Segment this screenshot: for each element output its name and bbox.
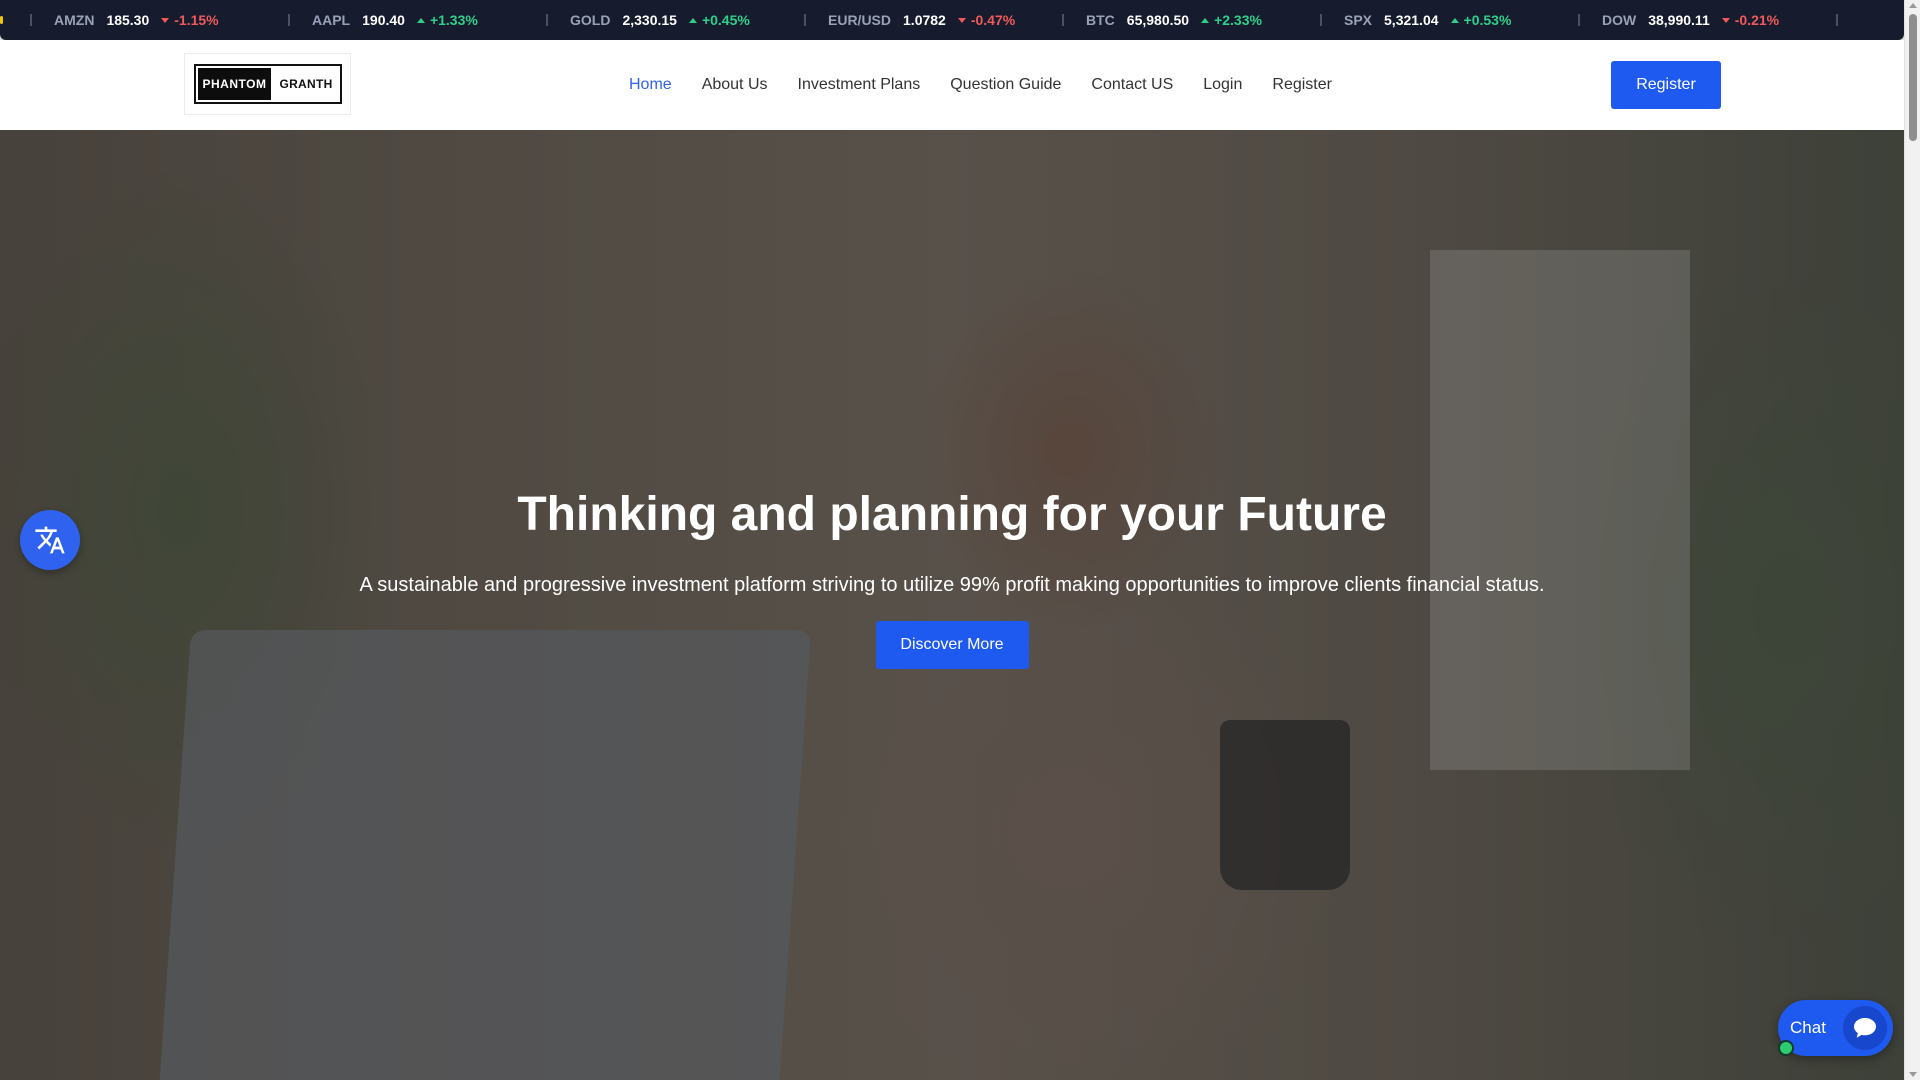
hero-title: Thinking and planning for your Future xyxy=(517,488,1387,541)
up-arrow-icon xyxy=(416,17,425,23)
ticker-change: -0.47% xyxy=(957,12,1016,28)
ticker-item-eurusd: EUR/USD 1.0782 -0.47% xyxy=(828,12,1040,28)
ticker-item-aapl: AAPL 190.40 +1.33% xyxy=(312,12,524,28)
ticker-item-dow: DOW 38,990.11 -0.21% xyxy=(1602,12,1814,28)
ticker-change-value: -0.21% xyxy=(1734,12,1780,28)
hero-subtitle: A sustainable and progressive investment… xyxy=(359,574,1545,596)
ticker-change-value: +2.33% xyxy=(1214,12,1262,28)
translate-icon xyxy=(35,526,65,554)
ticker-item-btc: BTC 65,980.50 +2.33% xyxy=(1086,12,1298,28)
chat-label: Chat xyxy=(1790,1018,1826,1037)
nav-register[interactable]: Register xyxy=(1272,76,1332,94)
nav-home[interactable]: Home xyxy=(629,76,672,94)
ticker-change: +0.45% xyxy=(688,12,750,28)
ticker-change: +2.33% xyxy=(1201,12,1262,28)
main-nav: Home About Us Investment Plans Question … xyxy=(629,40,1332,130)
logo-frame: PHANTOM GRANTH xyxy=(193,64,342,104)
ticker-symbol: SPX xyxy=(1344,12,1373,28)
ticker-divider xyxy=(30,14,32,26)
logo-text-right: GRANTH xyxy=(279,77,333,91)
nav-login[interactable]: Login xyxy=(1203,76,1242,94)
ticker-change: -0.21% xyxy=(1721,12,1780,28)
ticker-price: 38,990.11 xyxy=(1648,12,1710,28)
translate-button[interactable] xyxy=(20,510,80,570)
ticker-lead xyxy=(0,0,14,40)
ticker-price: 2,330.15 xyxy=(622,12,677,28)
discover-more-button[interactable]: Discover More xyxy=(875,621,1029,669)
nav-about-us[interactable]: About Us xyxy=(702,76,768,94)
scroll-up-arrow-icon[interactable] xyxy=(1909,3,1917,8)
down-arrow-icon xyxy=(161,17,170,23)
up-arrow-icon xyxy=(1450,17,1459,23)
page-scrollbar[interactable] xyxy=(1904,0,1920,1080)
ticker-symbol: EUR/USD xyxy=(828,12,892,28)
ticker-item-amzn: AMZN 185.30 -1.15% xyxy=(54,12,266,28)
site-logo[interactable]: PHANTOM GRANTH xyxy=(185,54,350,114)
market-ticker: AMZN 185.30 -1.15% AAPL 190.40 +1.33% GO… xyxy=(0,0,1904,40)
chat-bubble-icon xyxy=(1843,1006,1887,1050)
site-header: PHANTOM GRANTH Home About Us Investment … xyxy=(0,40,1904,130)
ticker-divider xyxy=(1578,14,1580,26)
ticker-symbol: GOLD xyxy=(570,12,611,28)
ticker-price: 65,980.50 xyxy=(1126,12,1190,28)
ticker-divider xyxy=(288,14,290,26)
ticker-divider xyxy=(1062,14,1064,26)
ticker-symbol: BTC xyxy=(1086,12,1115,28)
ticker-price: 1.0782 xyxy=(903,12,946,28)
ticker-price: 185.30 xyxy=(106,12,150,28)
ticker-change: +0.53% xyxy=(1450,12,1512,28)
ticker-change-value: -1.15% xyxy=(174,12,219,28)
up-arrow-icon xyxy=(1201,17,1210,23)
ticker-change-value: +0.53% xyxy=(1463,12,1512,28)
ticker-item-spx: SPX 5,321.04 +0.53% xyxy=(1344,12,1556,28)
ticker-change: +1.33% xyxy=(416,12,478,28)
ticker-symbol: AAPL xyxy=(312,12,351,28)
ticker-change: -1.15% xyxy=(161,12,219,28)
ticker-marker xyxy=(0,16,3,24)
ticker-divider xyxy=(1320,14,1322,26)
ticker-divider xyxy=(546,14,548,26)
up-arrow-icon xyxy=(688,17,697,23)
ticker-change-value: -0.47% xyxy=(970,12,1016,28)
down-arrow-icon xyxy=(957,17,966,23)
scrollbar-thumb[interactable] xyxy=(1909,14,1917,141)
ticker-symbol: DOW xyxy=(1602,12,1637,28)
ticker-divider xyxy=(804,14,806,26)
ticker-price: 5,321.04 xyxy=(1384,12,1439,28)
online-status-indicator xyxy=(1778,1040,1794,1056)
ticker-divider xyxy=(1836,14,1838,26)
hero-content: Thinking and planning for your Future A … xyxy=(0,130,1904,1080)
register-button[interactable]: Register xyxy=(1611,61,1721,109)
nav-contact-us[interactable]: Contact US xyxy=(1091,76,1173,94)
down-arrow-icon xyxy=(1721,17,1730,23)
ticker-change-value: +1.33% xyxy=(429,12,478,28)
nav-investment-plans[interactable]: Investment Plans xyxy=(798,76,921,94)
ticker-price: 190.40 xyxy=(362,12,405,28)
speech-bubble-icon xyxy=(1854,1018,1876,1038)
ticker-item-gold: GOLD 2,330.15 +0.45% xyxy=(570,12,782,28)
scroll-down-arrow-icon[interactable] xyxy=(1909,1072,1917,1077)
ticker-change-value: +0.45% xyxy=(701,12,750,28)
hero-section: Thinking and planning for your Future A … xyxy=(0,130,1904,1080)
logo-text-left: PHANTOM xyxy=(197,68,272,100)
nav-question-guide[interactable]: Question Guide xyxy=(950,76,1061,94)
ticker-symbol: AMZN xyxy=(54,12,95,28)
chat-widget[interactable]: Chat xyxy=(1778,1000,1893,1056)
